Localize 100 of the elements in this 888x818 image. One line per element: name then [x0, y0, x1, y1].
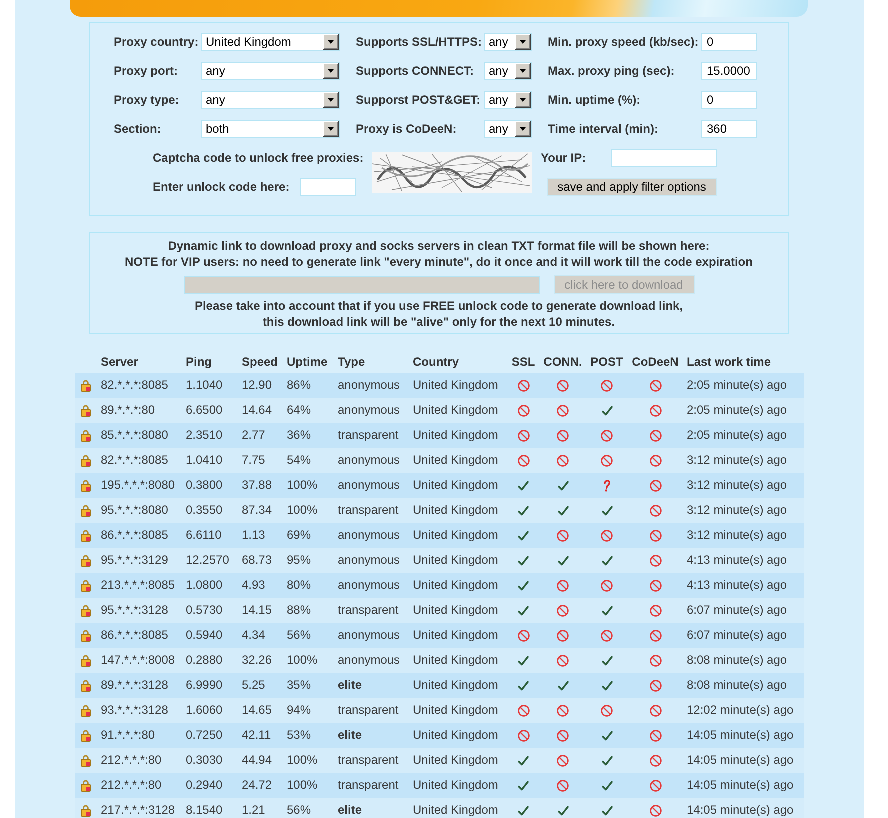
table-cell: United Kingdom [413, 679, 498, 692]
table-cell: 1.21 [242, 804, 266, 817]
dropdown-arrow-icon [515, 121, 531, 137]
table-cell: 2.3510 [186, 429, 223, 442]
table-cell: transparent [338, 504, 399, 517]
table-cell: anonymous [338, 579, 400, 592]
input-field[interactable] [300, 178, 356, 196]
table-cell: 6:07 minute(s) ago [687, 604, 788, 617]
table-cell: 0.5940 [186, 629, 223, 642]
table-cell: 56% [287, 629, 312, 642]
table-cell: 100% [287, 754, 318, 767]
input-field[interactable]: 360 [701, 120, 757, 138]
table-cell: 86.*.*.*:8085 [101, 629, 168, 642]
table-cell: United Kingdom [413, 404, 498, 417]
column-header: Country [413, 356, 459, 368]
dropdown-arrow-icon [515, 34, 531, 50]
input-field[interactable]: 0 [701, 91, 757, 109]
table-cell: anonymous [338, 479, 400, 492]
table-cell: 6:07 minute(s) ago [687, 629, 788, 642]
table-cell: 212.*.*.*:80 [101, 754, 162, 767]
table-cell: 85.*.*.*:8080 [101, 429, 168, 442]
table-cell: 0.3030 [186, 754, 223, 767]
table-cell: 14.64 [242, 404, 272, 417]
field-label: Time interval (min): [548, 121, 658, 138]
table-cell: 14.65 [242, 704, 272, 717]
dropdown-arrow-icon [323, 34, 339, 50]
table-cell: 0.2880 [186, 654, 223, 667]
table-cell: 1.6060 [186, 704, 223, 717]
table-cell: 6.9990 [186, 679, 223, 692]
select-field[interactable]: United Kingdom [201, 33, 340, 51]
table-cell: 95% [287, 554, 312, 567]
column-header: CONN. [544, 356, 582, 368]
select-field[interactable]: any [484, 120, 532, 138]
table-cell: 87.34 [242, 504, 272, 517]
table-cell: 36% [287, 429, 312, 442]
table-cell: 35% [287, 679, 312, 692]
table-cell: 89.*.*.*:80 [101, 404, 156, 417]
table-cell: 8.1540 [186, 804, 223, 817]
table-cell: 6.6110 [186, 529, 222, 542]
field-label: Max. proxy ping (sec): [548, 63, 675, 80]
column-header: POST [590, 356, 624, 368]
field-label: Supports SSL/HTTPS: [356, 34, 482, 51]
select-field[interactable]: any [484, 62, 532, 80]
input-field[interactable]: 15.0000 [701, 62, 757, 80]
input-field[interactable] [611, 149, 717, 167]
input-field[interactable]: 0 [701, 33, 757, 51]
table-cell: 64% [287, 404, 312, 417]
table-cell: 86.*.*.*:8085 [101, 529, 168, 542]
table-cell: United Kingdom [413, 479, 498, 492]
table-cell: 0.7250 [186, 729, 223, 742]
select-field[interactable]: any [201, 91, 340, 109]
table-cell: 4.34 [242, 629, 266, 642]
table-cell: 80% [287, 579, 312, 592]
table-cell: transparent [338, 604, 399, 617]
column-header: Server [101, 356, 138, 368]
table-cell: anonymous [338, 629, 400, 642]
dropdown-arrow-icon [515, 63, 531, 79]
table-cell: 2:05 minute(s) ago [687, 404, 788, 417]
table-cell: transparent [338, 429, 399, 442]
save-filter-button[interactable]: save and apply filter options [547, 178, 717, 196]
table-cell: 3:12 minute(s) ago [687, 454, 788, 467]
table-cell: 54% [287, 454, 312, 467]
column-header: SSL [512, 356, 536, 368]
table-cell: 1.0410 [186, 454, 223, 467]
table-cell: 89.*.*.*:3128 [101, 679, 168, 692]
table-cell: 69% [287, 529, 312, 542]
table-cell: United Kingdom [413, 429, 498, 442]
select-field[interactable]: any [201, 62, 340, 80]
column-header: Uptime [287, 356, 328, 368]
select-field[interactable]: any [484, 33, 532, 51]
field-label: Proxy port: [114, 63, 178, 80]
table-cell: 68.73 [242, 554, 272, 567]
table-cell: elite [338, 729, 362, 742]
field-label: Min. uptime (%): [548, 92, 641, 109]
table-cell: 88% [287, 604, 312, 617]
table-cell: 14:05 minute(s) ago [687, 729, 794, 742]
table-cell: 2.77 [242, 429, 266, 442]
table-cell: 4:13 minute(s) ago [687, 554, 788, 567]
table-cell: 0.3550 [186, 504, 223, 517]
table-cell: 91.*.*.*:80 [101, 729, 156, 742]
field-label: Min. proxy speed (kb/sec): [548, 34, 699, 51]
dropdown-arrow-icon [515, 92, 531, 108]
dropdown-arrow-icon [323, 92, 339, 108]
select-field[interactable]: both [201, 120, 340, 138]
field-label: Proxy type: [114, 92, 180, 109]
table-cell: 8:08 minute(s) ago [687, 679, 788, 692]
column-header: Ping [186, 356, 212, 368]
table-cell: elite [338, 804, 362, 817]
table-cell: 14.15 [242, 604, 272, 617]
field-label: Captcha code to unlock free proxies: [153, 150, 364, 167]
field-label: Proxy country: [114, 34, 199, 51]
table-cell: United Kingdom [413, 804, 498, 817]
select-field[interactable]: any [484, 91, 532, 109]
table-cell: 195.*.*.*:8080 [101, 479, 176, 492]
table-cell: 14:05 minute(s) ago [687, 754, 794, 767]
table-cell: 1.1040 [186, 379, 223, 392]
table-cell: 12:02 minute(s) ago [687, 704, 794, 717]
table-cell: 14:05 minute(s) ago [687, 779, 794, 792]
table-cell: 53% [287, 729, 312, 742]
table-cell: 0.2940 [186, 779, 223, 792]
